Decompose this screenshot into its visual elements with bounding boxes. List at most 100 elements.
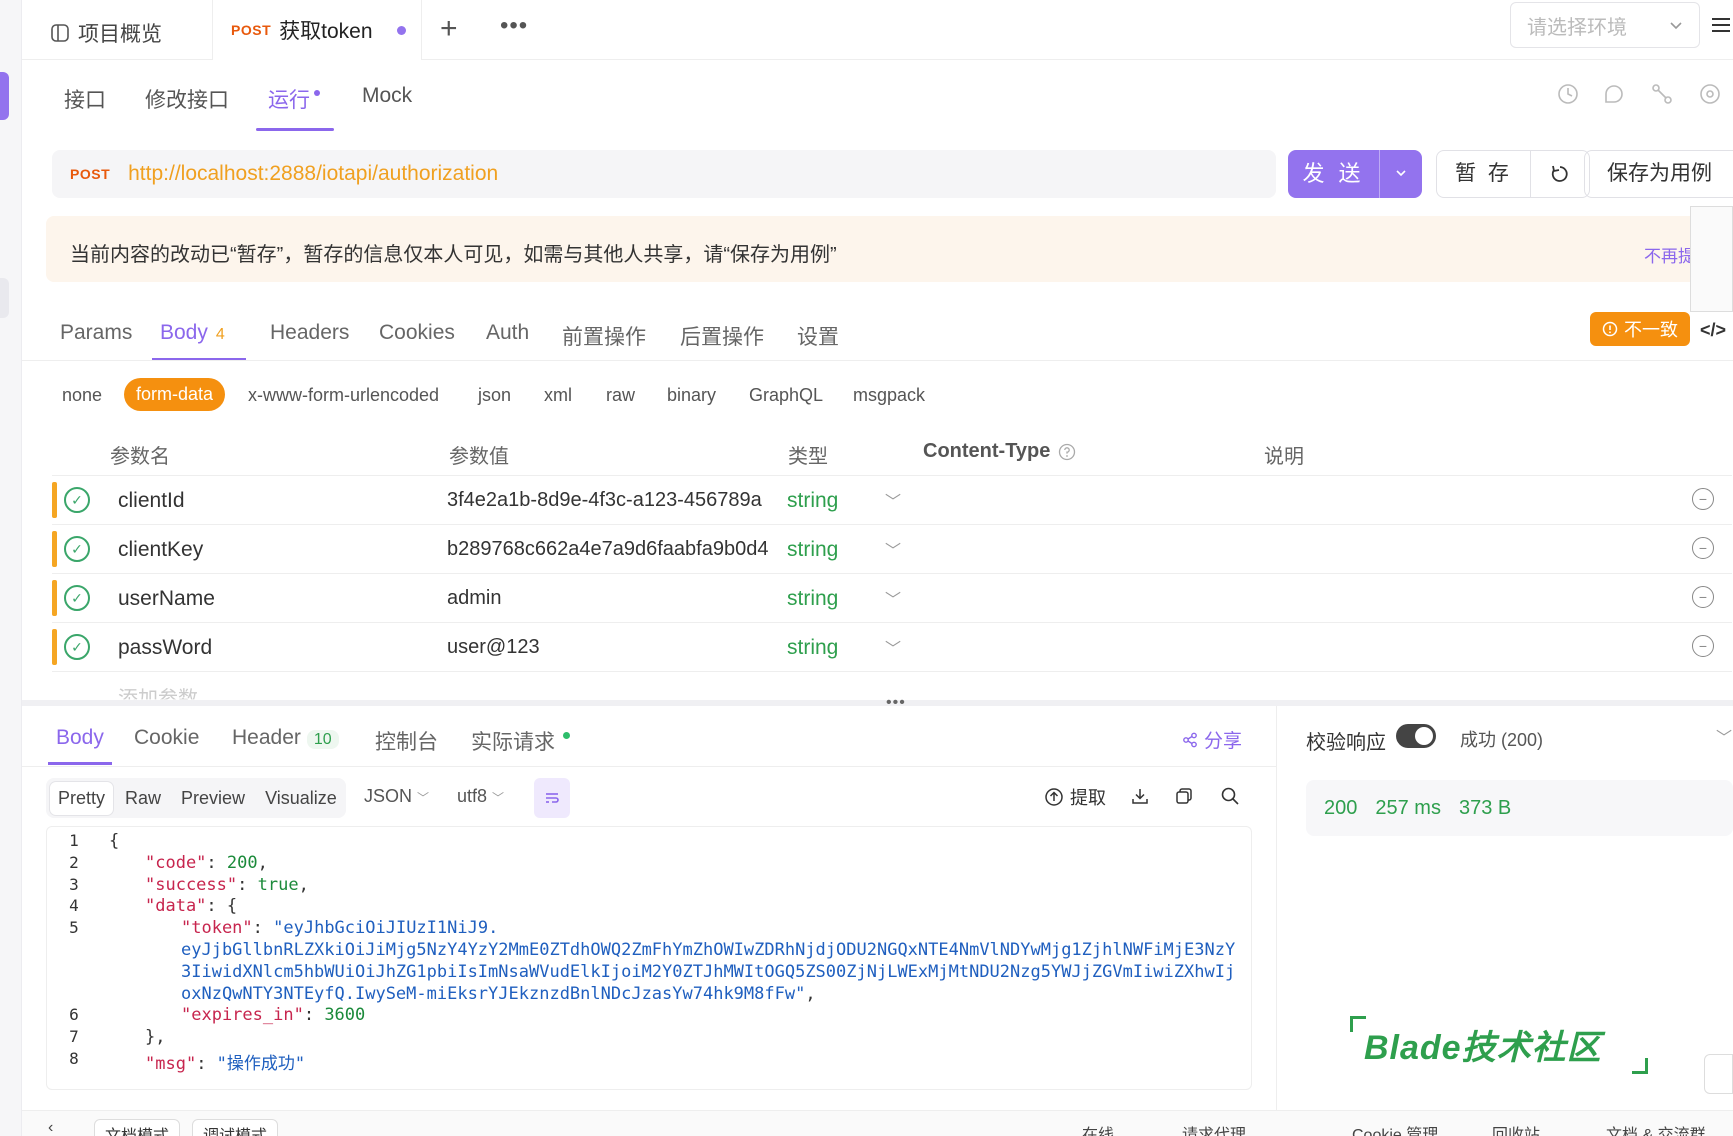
bodytype-form-data[interactable]: form-data <box>124 378 226 411</box>
chevron-down-icon[interactable]: ﹀ <box>885 488 901 512</box>
param-value[interactable]: 3f4e2a1b-8d9e-4f3c-a123-456789a <box>447 489 825 512</box>
cookie-manager[interactable]: Cookie 管理 <box>1352 1121 1438 1136</box>
remove-icon[interactable]: − <box>1692 537 1714 559</box>
drag-handle-icon[interactable]: ••• <box>886 694 906 712</box>
param-value[interactable]: b289768c662a4e7a9d6faabfa9b0d4 <box>447 538 825 561</box>
res-tab-actual-request[interactable]: 实际请求 <box>471 726 570 756</box>
comment-icon[interactable] <box>1602 82 1626 106</box>
search-icon[interactable] <box>1220 786 1240 806</box>
remove-icon[interactable]: − <box>1692 635 1714 657</box>
check-icon[interactable]: ✓ <box>64 487 90 513</box>
mismatch-badge[interactable]: 不一致 <box>1590 312 1690 346</box>
share-nodes-icon[interactable] <box>1650 82 1674 106</box>
add-param-input[interactable]: 添加参数 <box>118 682 198 699</box>
online-status[interactable]: 在线 <box>1082 1121 1114 1136</box>
chevron-down-icon[interactable]: ﹀ <box>885 537 901 561</box>
bodytype-json[interactable]: json <box>478 385 511 406</box>
bodytype-binary[interactable]: binary <box>667 385 716 406</box>
check-icon[interactable]: ✓ <box>64 634 90 660</box>
res-tab-body[interactable]: Body <box>56 726 104 750</box>
tab-cookies[interactable]: Cookies <box>379 321 455 345</box>
copy-icon[interactable] <box>1174 786 1194 806</box>
tab-project-overview[interactable]: 项目概览 <box>50 18 162 48</box>
doc-mode-tab[interactable]: 文档模式 <box>94 1119 181 1136</box>
history-icon[interactable] <box>1556 82 1580 106</box>
notice-dismiss-link[interactable]: 不再提 <box>1644 242 1695 267</box>
panel-splitter[interactable] <box>22 700 1733 706</box>
res-tab-cookie[interactable]: Cookie <box>134 726 199 750</box>
tab-auth[interactable]: Auth <box>486 321 529 345</box>
chevron-down-icon[interactable]: ﹀ <box>1716 724 1732 748</box>
send-label[interactable]: 发 送 <box>1288 150 1380 198</box>
bodytype-graphql[interactable]: GraphQL <box>749 385 823 406</box>
param-name[interactable]: clientId <box>118 489 185 513</box>
verify-result-select[interactable]: 成功 (200) <box>1460 726 1543 752</box>
request-method[interactable]: POST <box>70 166 110 182</box>
view-preview[interactable]: Preview <box>173 782 253 815</box>
param-type[interactable]: string <box>787 489 838 513</box>
subtab-edit-interface[interactable]: 修改接口 <box>145 84 229 114</box>
param-name[interactable]: clientKey <box>118 538 203 562</box>
check-icon[interactable]: ✓ <box>64 585 90 611</box>
subtab-interface[interactable]: 接口 <box>64 84 106 114</box>
share-button[interactable]: 分享 <box>1182 726 1242 753</box>
view-pretty[interactable]: Pretty <box>50 781 114 815</box>
subtab-mock[interactable]: Mock <box>362 84 412 108</box>
send-button[interactable]: 发 送 <box>1288 150 1422 198</box>
reset-icon[interactable] <box>1531 163 1589 185</box>
encoding-select[interactable]: utf8 ﹀ <box>457 786 504 807</box>
side-panel-toggle-icon[interactable] <box>1704 1054 1733 1094</box>
bodytype-none[interactable]: none <box>62 385 102 406</box>
verify-toggle[interactable] <box>1396 724 1436 748</box>
bodytype-msgpack[interactable]: msgpack <box>853 385 925 406</box>
send-dropdown-icon[interactable] <box>1380 166 1422 182</box>
hamburger-menu-icon[interactable] <box>1710 14 1732 42</box>
tab-get-token[interactable]: POST 获取token <box>212 0 422 60</box>
code-view-icon[interactable]: </> <box>1700 320 1726 341</box>
save-temp-button[interactable]: 暂 存 <box>1437 151 1531 197</box>
url-bar[interactable]: POST http://localhost:2888/iotapi/author… <box>52 150 1276 198</box>
tab-body[interactable]: Body 4 <box>160 321 225 345</box>
extract-button[interactable]: 提取 <box>1044 784 1106 810</box>
debug-mode-tab[interactable]: 调试模式 <box>192 1119 279 1136</box>
save-as-case-button[interactable]: 保存为用例 <box>1584 150 1733 198</box>
request-proxy[interactable]: 请求代理 <box>1182 1121 1246 1136</box>
check-icon[interactable]: ✓ <box>64 536 90 562</box>
download-icon[interactable] <box>1130 786 1150 806</box>
bodytype-xml[interactable]: xml <box>544 385 572 406</box>
more-tabs-button[interactable]: ••• <box>500 12 528 40</box>
bodytype-raw[interactable]: raw <box>606 385 635 406</box>
collapse-icon[interactable]: ‹ <box>48 1119 53 1136</box>
res-tab-header[interactable]: Header 10 <box>232 726 339 750</box>
request-url[interactable]: http://localhost:2888/iotapi/authorizati… <box>128 162 498 186</box>
chevron-down-icon[interactable]: ﹀ <box>885 635 901 659</box>
environment-select[interactable]: 请选择环境 <box>1510 2 1700 48</box>
bodytype-urlencoded[interactable]: x-www-form-urlencoded <box>248 385 439 406</box>
res-tab-console[interactable]: 控制台 <box>375 726 438 756</box>
response-body-editor[interactable]: 1 {2 "code": 200, 3 "success": true, 4 "data":… <box>46 826 1252 1090</box>
chevron-down-icon[interactable]: ﹀ <box>885 586 901 610</box>
tab-params[interactable]: Params <box>60 321 132 345</box>
settings-icon[interactable] <box>1698 82 1722 106</box>
param-name[interactable]: userName <box>118 587 215 611</box>
new-tab-button[interactable]: + <box>440 12 458 46</box>
remove-icon[interactable]: − <box>1692 586 1714 608</box>
view-raw[interactable]: Raw <box>117 782 169 815</box>
param-value[interactable]: user@123 <box>447 636 825 659</box>
subtab-run[interactable]: 运行 <box>268 84 320 114</box>
format-select[interactable]: JSON ﹀ <box>364 786 429 807</box>
tab-headers[interactable]: Headers <box>270 321 349 345</box>
param-type[interactable]: string <box>787 636 838 660</box>
help-icon[interactable] <box>1058 443 1076 461</box>
tab-pre-actions[interactable]: 前置操作 <box>562 321 646 351</box>
tab-post-actions[interactable]: 后置操作 <box>680 321 764 351</box>
param-value[interactable]: admin <box>447 587 825 610</box>
tab-settings[interactable]: 设置 <box>797 321 839 351</box>
param-type[interactable]: string <box>787 587 838 611</box>
remove-icon[interactable]: − <box>1692 488 1714 510</box>
docs-community[interactable]: 文档 & 交流群 <box>1606 1121 1706 1136</box>
param-type[interactable]: string <box>787 538 838 562</box>
recycle-bin[interactable]: 回收站 <box>1492 1121 1540 1136</box>
view-visualize[interactable]: Visualize <box>257 782 345 815</box>
wrap-lines-icon[interactable] <box>534 778 570 818</box>
